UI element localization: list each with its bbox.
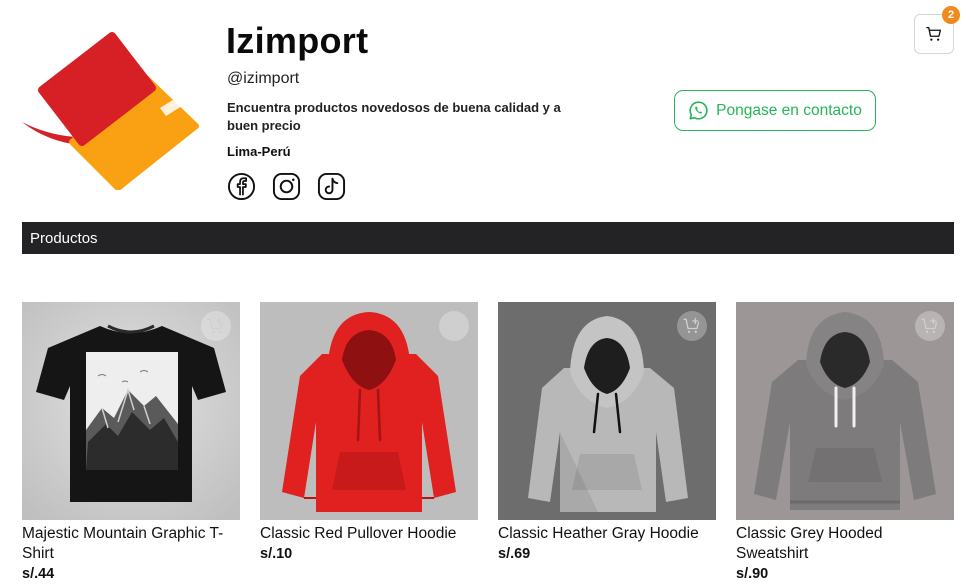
product-price: s/.10 [260,546,293,562]
instagram-icon[interactable] [272,172,301,201]
store-handle: @izimport [227,70,300,87]
product-name[interactable]: Classic Red Pullover Hoodie [260,524,478,544]
add-to-cart-button[interactable] [439,311,469,341]
product-name[interactable]: Classic Heather Gray Hoodie [498,524,716,544]
cart-icon [926,26,942,41]
social-links [227,172,346,201]
facebook-icon[interactable] [227,172,256,201]
contact-button[interactable]: Pongase en contacto [674,90,876,131]
contact-button-label: Pongase en contacto [716,101,862,119]
product-price: s/.44 [22,566,55,582]
add-to-cart-button[interactable] [201,311,231,341]
product-price: s/.69 [498,546,531,562]
store-location: Lima-Perú [227,144,291,159]
section-title: Productos [30,229,98,247]
add-to-cart-button[interactable] [915,311,945,341]
product-card[interactable]: Classic Heather Gray Hoodie s/.69 [498,302,716,582]
product-image[interactable] [736,302,954,520]
section-header: Productos [22,222,954,254]
product-image[interactable] [498,302,716,520]
add-cart-icon [921,317,938,333]
product-grid: Majestic Mountain Graphic T-Shirt s/.44 [22,302,954,582]
product-card[interactable]: Classic Grey Hooded Sweatshirt s/.90 [736,302,954,582]
store-description: Encuentra productos novedosos de buena c… [227,100,561,133]
product-card[interactable]: Classic Red Pullover Hoodie s/.10 [260,302,478,582]
product-image[interactable] [260,302,478,520]
cart-count-badge: 2 [942,6,960,24]
product-card[interactable]: Majestic Mountain Graphic T-Shirt s/.44 [22,302,240,582]
tiktok-icon[interactable] [317,172,346,201]
product-name[interactable]: Majestic Mountain Graphic T-Shirt [22,524,240,564]
add-to-cart-button[interactable] [677,311,707,341]
whatsapp-icon [689,101,708,120]
product-price: s/.90 [736,566,769,582]
add-cart-icon [207,317,224,333]
product-image[interactable] [22,302,240,520]
store-logo [22,32,199,190]
store-name: Izimport [226,20,369,61]
add-cart-icon [445,317,462,333]
product-name[interactable]: Classic Grey Hooded Sweatshirt [736,524,954,564]
add-cart-icon [683,317,700,333]
